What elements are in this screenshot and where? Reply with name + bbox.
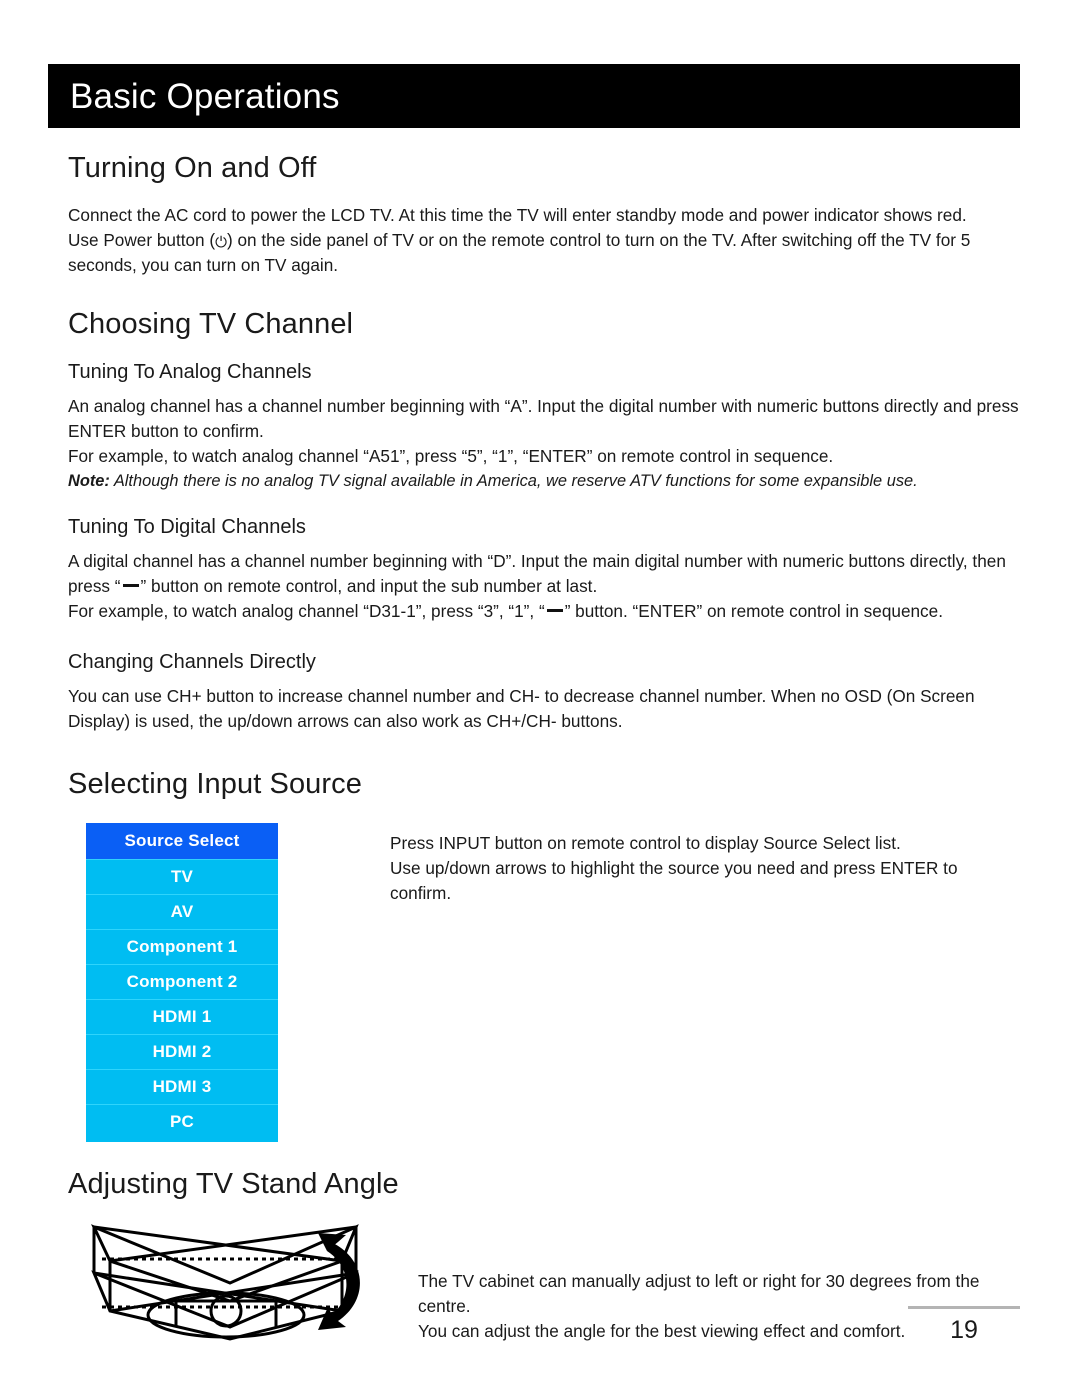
source-item-pc[interactable]: PC (86, 1104, 278, 1140)
source-item-av[interactable]: AV (86, 894, 278, 930)
source-select-menu-title: Source Select (86, 823, 278, 860)
digital-paragraph-2-part-a: For example, to watch analog channel “D3… (68, 600, 545, 621)
manual-page: Basic Operations Turning On and Off Conn… (0, 0, 1080, 1395)
subheading-tuning-digital: Tuning To Digital Channels (68, 515, 306, 538)
dash-button-icon (122, 584, 139, 588)
stand-paragraph-1: The TV cabinet can manually adjust to le… (418, 1271, 980, 1317)
digital-paragraph-2-part-b: ” button. “ENTER” on remote control in s… (564, 600, 943, 621)
subheading-tuning-analog: Tuning To Analog Channels (68, 360, 312, 383)
page-title: Basic Operations (70, 76, 340, 116)
analog-paragraph-2: For example, to watch analog channel “A5… (68, 445, 834, 466)
page-content: Turning On and Off Connect the AC cord t… (68, 152, 1020, 1350)
section-heading-selecting-input-source: Selecting Input Source (68, 767, 362, 800)
turning-on-off-paragraph-2-part-a: Use Power button ( (68, 230, 216, 251)
page-number: 19 (950, 1316, 978, 1344)
source-item-hdmi-2[interactable]: HDMI 2 (86, 1034, 278, 1070)
section-heading-adjusting-tv-stand-angle: Adjusting TV Stand Angle (68, 1168, 399, 1201)
section-heading-choosing-tv-channel: Choosing TV Channel (68, 308, 354, 341)
source-select-menu[interactable]: Source Select TV AV Component 1 Componen… (86, 823, 278, 1143)
source-item-tv[interactable]: TV (86, 859, 278, 895)
stand-angle-block: The TV cabinet can manually adjust to le… (68, 1215, 1020, 1350)
page-header-banner: Basic Operations (48, 64, 1020, 128)
analog-paragraph-1: An analog channel has a channel number b… (68, 395, 1019, 441)
source-item-component-2[interactable]: Component 2 (86, 964, 278, 1000)
source-select-paragraph-1: Press INPUT button on remote control to … (390, 833, 901, 854)
source-item-hdmi-1[interactable]: HDMI 1 (86, 999, 278, 1035)
footer-divider (908, 1306, 1020, 1309)
source-select-block: Source Select TV AV Component 1 Componen… (68, 823, 1020, 1143)
turning-on-off-paragraph-2: Use Power button (⏻) on the side panel o… (68, 228, 1020, 278)
analog-note: Note: Although there is no analog TV sig… (68, 469, 1020, 493)
source-item-hdmi-3[interactable]: HDMI 3 (86, 1069, 278, 1105)
tv-stand-illustration (80, 1215, 370, 1350)
section-heading-turning-on-off: Turning On and Off (68, 152, 317, 184)
source-item-component-1[interactable]: Component 1 (86, 929, 278, 965)
digital-paragraph-2: For example, to watch analog channel “D3… (68, 599, 1020, 624)
power-icon: ⏻ (215, 233, 227, 252)
dash-button-icon (546, 609, 563, 613)
analog-note-text: Although there is no analog TV signal av… (109, 471, 918, 490)
digital-paragraph-1: A digital channel has a channel number b… (68, 549, 1020, 599)
digital-paragraph-1-part-b: ” button on remote control, and input th… (140, 575, 598, 596)
analog-note-label: Note: (68, 471, 110, 490)
turning-on-off-paragraph-1: Connect the AC cord to power the LCD TV.… (68, 205, 967, 226)
source-select-paragraph-2: Use up/down arrows to highlight the sour… (390, 858, 958, 904)
changing-channels-paragraph-1: You can use CH+ button to increase chann… (68, 685, 975, 731)
subheading-changing-channels: Changing Channels Directly (68, 650, 316, 673)
source-select-instructions: Press INPUT button on remote control to … (390, 823, 1020, 906)
tv-stand-diagram-icon (90, 1224, 360, 1341)
